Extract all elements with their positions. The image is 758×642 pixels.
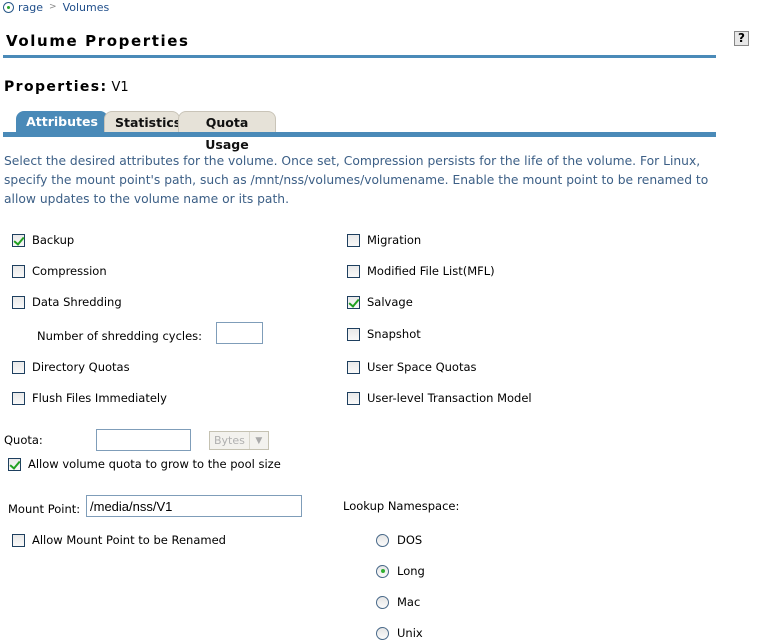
migration-checkbox[interactable] — [347, 233, 360, 247]
checkbox-row-user-space-quotas[interactable]: User Space Quotas — [347, 359, 477, 375]
data-shredding-label: Data Shredding — [32, 295, 122, 309]
tab-statistics[interactable]: Statistics — [104, 111, 181, 133]
mount-point-label: Mount Point: — [8, 502, 81, 516]
snapshot-checkbox[interactable] — [347, 327, 360, 341]
quota-unit-value: Bytes — [210, 432, 250, 449]
transaction-model-checkbox[interactable] — [347, 391, 360, 405]
tab-quota-usage[interactable]: Quota Usage — [178, 111, 276, 152]
quota-grow-label: Allow volume quota to grow to the pool s… — [28, 457, 281, 471]
radio-row-unix[interactable]: Unix — [376, 625, 423, 641]
radio-row-long[interactable]: Long — [376, 563, 425, 579]
namespace-label: Lookup Namespace: — [343, 499, 460, 513]
checkbox-row-salvage[interactable]: Salvage — [347, 294, 413, 310]
volume-name: V1 — [111, 80, 129, 95]
flush-files-label: Flush Files Immediately — [32, 391, 167, 405]
quota-grow-checkbox[interactable] — [8, 457, 21, 471]
checkbox-row-quota-grow[interactable]: Allow volume quota to grow to the pool s… — [8, 456, 281, 472]
radio-row-dos[interactable]: DOS — [376, 532, 422, 548]
breadcrumb-item-rage[interactable]: rage — [18, 1, 43, 14]
compression-checkbox[interactable] — [12, 264, 25, 278]
directory-quotas-checkbox[interactable] — [12, 360, 25, 374]
description-text: Select the desired attributes for the vo… — [4, 154, 709, 206]
checkbox-row-compression[interactable]: Compression — [12, 263, 107, 279]
page-title: Volume Properties — [6, 32, 190, 50]
breadcrumb: rage > Volumes — [3, 0, 109, 14]
checkbox-row-flush-files[interactable]: Flush Files Immediately — [12, 390, 167, 406]
checkbox-row-directory-quotas[interactable]: Directory Quotas — [12, 359, 130, 375]
mount-rename-label: Allow Mount Point to be Renamed — [32, 533, 226, 547]
compression-label: Compression — [32, 264, 107, 278]
long-radio[interactable] — [376, 564, 389, 578]
migration-label: Migration — [367, 233, 422, 247]
checkbox-row-snapshot[interactable]: Snapshot — [347, 326, 421, 342]
home-icon[interactable] — [3, 1, 14, 13]
shredding-cycles-input[interactable] — [216, 322, 263, 344]
mount-point-input[interactable] — [86, 495, 302, 517]
checkbox-row-mount-rename[interactable]: Allow Mount Point to be Renamed — [12, 532, 226, 548]
flush-files-checkbox[interactable] — [12, 391, 25, 405]
transaction-model-label: User-level Transaction Model — [367, 391, 532, 405]
directory-quotas-label: Directory Quotas — [32, 360, 130, 374]
checkbox-row-transaction-model[interactable]: User-level Transaction Model — [347, 390, 532, 406]
data-shredding-checkbox[interactable] — [12, 295, 25, 309]
mount-rename-checkbox[interactable] — [12, 533, 25, 547]
snapshot-label: Snapshot — [367, 327, 421, 341]
mfl-label: Modified File List(MFL) — [367, 264, 495, 278]
quota-input[interactable] — [96, 429, 191, 451]
long-label: Long — [397, 564, 425, 578]
unix-label: Unix — [397, 626, 423, 640]
breadcrumb-separator: > — [49, 2, 57, 12]
dos-radio[interactable] — [376, 533, 389, 547]
tab-divider — [3, 132, 716, 137]
user-space-quotas-label: User Space Quotas — [367, 360, 477, 374]
mfl-checkbox[interactable] — [347, 264, 360, 278]
checkbox-row-data-shredding[interactable]: Data Shredding — [12, 294, 122, 310]
backup-label: Backup — [32, 233, 75, 247]
salvage-checkbox[interactable] — [347, 295, 360, 309]
breadcrumb-item-volumes[interactable]: Volumes — [63, 1, 110, 14]
dos-label: DOS — [397, 533, 423, 547]
user-space-quotas-checkbox[interactable] — [347, 360, 360, 374]
mac-radio[interactable] — [376, 595, 389, 609]
radio-row-mac[interactable]: Mac — [376, 594, 420, 610]
unix-radio[interactable] — [376, 626, 389, 640]
tab-attributes[interactable]: Attributes — [16, 111, 108, 133]
backup-checkbox[interactable] — [12, 233, 25, 247]
mac-label: Mac — [397, 595, 421, 609]
quota-label: Quota: — [4, 433, 43, 447]
checkbox-row-migration[interactable]: Migration — [347, 232, 421, 248]
chevron-down-icon: ▼ — [255, 435, 263, 446]
salvage-label: Salvage — [367, 295, 413, 309]
checkbox-row-mfl[interactable]: Modified File List(MFL) — [347, 263, 495, 279]
title-divider — [3, 55, 716, 58]
quota-unit-select[interactable]: Bytes ▼ — [209, 431, 269, 450]
shredding-cycles-label: Number of shredding cycles: — [37, 329, 203, 343]
checkbox-row-backup[interactable]: Backup — [12, 232, 74, 248]
properties-label: Properties: — [4, 79, 108, 95]
help-button[interactable]: ? — [734, 31, 749, 46]
properties-heading: Properties: V1 — [4, 79, 129, 95]
